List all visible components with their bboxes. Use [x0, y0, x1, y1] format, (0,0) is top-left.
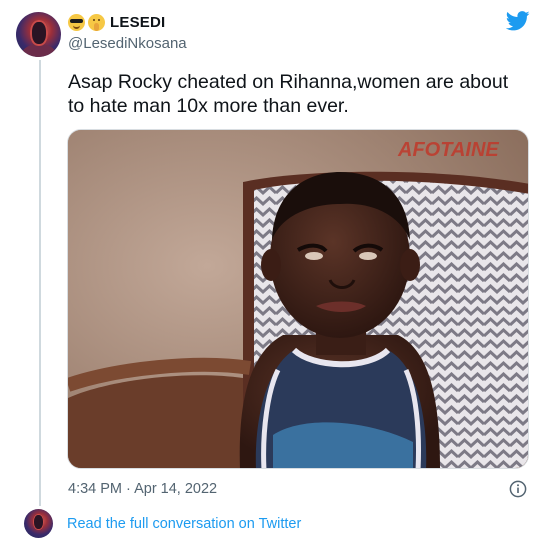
author-avatar[interactable] — [16, 12, 61, 57]
author-display-name[interactable]: LESEDI — [110, 14, 165, 31]
read-full-conversation-link[interactable]: Read the full conversation on Twitter — [67, 516, 301, 532]
tweet-media-image[interactable]: AFOTAINE — [67, 129, 529, 469]
info-icon[interactable] — [509, 480, 527, 498]
author-name-row[interactable]: LESEDI — [68, 14, 165, 31]
sunglasses-emoji-icon — [68, 14, 85, 31]
shushing-face-emoji-icon — [88, 14, 105, 31]
tweet-text: Asap Rocky cheated on Rihanna,women are … — [68, 71, 509, 117]
footer-author-avatar[interactable] — [24, 509, 53, 538]
tweet-timestamp[interactable]: 4:34 PM · Apr 14, 2022 — [68, 481, 217, 497]
twitter-bird-icon[interactable] — [506, 11, 530, 31]
author-handle[interactable]: @LesediNkosana — [68, 35, 187, 52]
thread-connector-line — [39, 60, 41, 506]
meme-photo: AFOTAINE — [68, 130, 528, 468]
embedded-tweet-card: LESEDI @LesediNkosana Asap Rocky cheated… — [0, 0, 543, 547]
media-watermark: AFOTAINE — [397, 139, 499, 161]
